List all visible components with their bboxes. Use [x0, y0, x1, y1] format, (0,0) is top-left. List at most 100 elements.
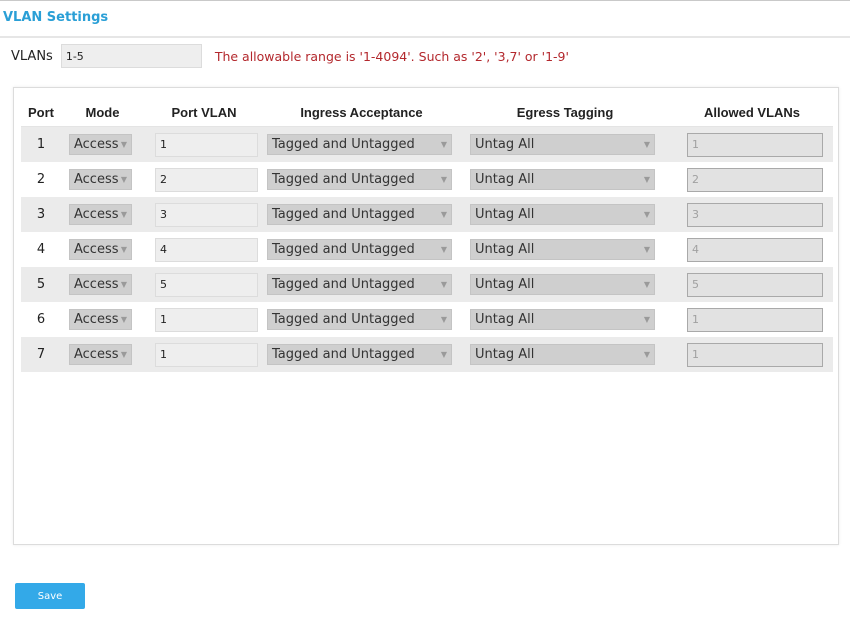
egress-tagging-select[interactable]: Untag All ▼ [470, 274, 655, 295]
port-vlan-input[interactable] [155, 202, 258, 227]
chevron-down-icon: ▼ [643, 175, 650, 184]
port-number: 3 [21, 197, 61, 232]
port-number: 4 [21, 232, 61, 267]
top-border [0, 0, 850, 1]
chevron-down-icon: ▼ [440, 140, 447, 149]
ingress-acceptance-select[interactable]: Tagged and Untagged ▼ [267, 239, 452, 260]
ingress-value: Tagged and Untagged [272, 347, 415, 362]
table-row: 7 Access▼ Tagged and Untagged▼ Untag All… [21, 337, 833, 372]
mode-value: Access [74, 242, 119, 257]
ingress-value: Tagged and Untagged [272, 207, 415, 222]
egress-value: Untag All [475, 207, 535, 222]
table-row: 3 Access▼ Tagged and Untagged▼ Untag All… [21, 197, 833, 232]
ingress-value: Tagged and Untagged [272, 277, 415, 292]
mode-select[interactable]: Access ▼ [69, 134, 132, 155]
allowed-vlans-input [687, 307, 823, 332]
port-vlan-input[interactable] [155, 342, 258, 367]
egress-tagging-select[interactable]: Untag All ▼ [470, 239, 655, 260]
page-title: VLAN Settings [3, 10, 109, 25]
mode-value: Access [74, 347, 119, 362]
vlans-row: VLANs The allowable range is '1-4094'. S… [11, 43, 569, 69]
chevron-down-icon: ▼ [120, 280, 127, 289]
chevron-down-icon: ▼ [643, 350, 650, 359]
vlans-input[interactable] [60, 44, 202, 68]
header-allowed-vlans: Allowed VLANs [671, 98, 833, 127]
header-port: Port [21, 98, 61, 127]
allowed-vlans-input [687, 237, 823, 262]
mode-value: Access [74, 172, 119, 187]
port-number: 5 [21, 267, 61, 302]
ingress-acceptance-select[interactable]: Tagged and Untagged ▼ [267, 204, 452, 225]
chevron-down-icon: ▼ [120, 245, 127, 254]
egress-value: Untag All [475, 277, 535, 292]
mode-value: Access [74, 312, 119, 327]
ingress-acceptance-select[interactable]: Tagged and Untagged ▼ [267, 274, 452, 295]
mode-value: Access [74, 137, 119, 152]
chevron-down-icon: ▼ [440, 350, 447, 359]
egress-tagging-select[interactable]: Untag All ▼ [470, 134, 655, 155]
ingress-acceptance-select[interactable]: Tagged and Untagged ▼ [267, 309, 452, 330]
header-mode: Mode [61, 98, 144, 127]
mode-select[interactable]: Access ▼ [69, 344, 132, 365]
allowed-vlans-input [687, 202, 823, 227]
port-vlan-input[interactable] [155, 167, 258, 192]
port-vlan-input[interactable] [155, 237, 258, 262]
table-row: 4 Access▼ Tagged and Untagged▼ Untag All… [21, 232, 833, 267]
ingress-value: Tagged and Untagged [272, 242, 415, 257]
table-row: 6 Access▼ Tagged and Untagged▼ Untag All… [21, 302, 833, 337]
chevron-down-icon: ▼ [120, 315, 127, 324]
mode-value: Access [74, 207, 119, 222]
chevron-down-icon: ▼ [440, 315, 447, 324]
table-header-row: Port Mode Port VLAN Ingress Acceptance E… [21, 98, 833, 127]
ingress-value: Tagged and Untagged [272, 312, 415, 327]
mode-select[interactable]: Access ▼ [69, 274, 132, 295]
ingress-value: Tagged and Untagged [272, 137, 415, 152]
vlan-port-table-panel: Port Mode Port VLAN Ingress Acceptance E… [13, 87, 839, 545]
chevron-down-icon: ▼ [643, 280, 650, 289]
chevron-down-icon: ▼ [643, 315, 650, 324]
egress-tagging-select[interactable]: Untag All ▼ [470, 344, 655, 365]
allowed-vlans-input [687, 132, 823, 157]
allowed-vlans-input [687, 272, 823, 297]
port-vlan-input[interactable] [155, 272, 258, 297]
ingress-acceptance-select[interactable]: Tagged and Untagged ▼ [267, 134, 452, 155]
egress-tagging-select[interactable]: Untag All ▼ [470, 309, 655, 330]
header-port-vlan: Port VLAN [144, 98, 264, 127]
egress-value: Untag All [475, 172, 535, 187]
egress-tagging-select[interactable]: Untag All ▼ [470, 204, 655, 225]
chevron-down-icon: ▼ [440, 210, 447, 219]
chevron-down-icon: ▼ [120, 350, 127, 359]
chevron-down-icon: ▼ [120, 175, 127, 184]
egress-value: Untag All [475, 242, 535, 257]
table-row: 5 Access▼ Tagged and Untagged▼ Untag All… [21, 267, 833, 302]
chevron-down-icon: ▼ [440, 175, 447, 184]
mode-select[interactable]: Access ▼ [69, 169, 132, 190]
port-number: 6 [21, 302, 61, 337]
save-button[interactable]: Save [15, 583, 85, 609]
ingress-acceptance-select[interactable]: Tagged and Untagged ▼ [267, 344, 452, 365]
port-number: 2 [21, 162, 61, 197]
mode-select[interactable]: Access ▼ [69, 309, 132, 330]
allowed-vlans-input [687, 342, 823, 367]
egress-value: Untag All [475, 347, 535, 362]
egress-value: Untag All [475, 312, 535, 327]
egress-tagging-select[interactable]: Untag All ▼ [470, 169, 655, 190]
table-row: 2 Access▼ Tagged and Untagged▼ Untag All… [21, 162, 833, 197]
mode-select[interactable]: Access ▼ [69, 239, 132, 260]
chevron-down-icon: ▼ [643, 245, 650, 254]
chevron-down-icon: ▼ [120, 210, 127, 219]
ingress-value: Tagged and Untagged [272, 172, 415, 187]
port-vlan-input[interactable] [155, 307, 258, 332]
chevron-down-icon: ▼ [643, 210, 650, 219]
mode-select[interactable]: Access ▼ [69, 204, 132, 225]
chevron-down-icon: ▼ [440, 280, 447, 289]
allowed-vlans-input [687, 167, 823, 192]
vlans-range-hint: The allowable range is '1-4094'. Such as… [214, 48, 569, 64]
ingress-acceptance-select[interactable]: Tagged and Untagged ▼ [267, 169, 452, 190]
mode-value: Access [74, 277, 119, 292]
chevron-down-icon: ▼ [120, 140, 127, 149]
vlan-port-table: Port Mode Port VLAN Ingress Acceptance E… [21, 98, 833, 372]
header-egress-tagging: Egress Tagging [459, 98, 671, 127]
port-vlan-input[interactable] [155, 132, 258, 157]
port-number: 1 [21, 126, 61, 162]
